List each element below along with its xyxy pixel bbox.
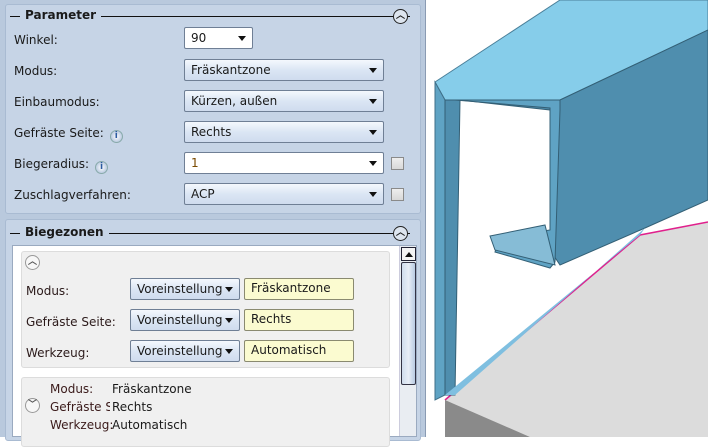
biegezone-card-expanded: ︿ Modus: Voreinstellung Fräskantzone Gef… [21, 251, 390, 368]
card-modus-select[interactable]: Voreinstellung [130, 278, 240, 300]
dropdown-arrow-icon [369, 68, 377, 73]
dropdown-arrow-icon [369, 130, 377, 135]
winkel-value: 90 [191, 31, 207, 45]
info-icon[interactable]: i [109, 130, 123, 143]
zuschlagverfahren-select[interactable]: ACP [184, 183, 384, 205]
parameter-header: Parameter ︿ [6, 8, 420, 24]
gefraeste-seite-select[interactable]: Rechts [184, 121, 384, 143]
summary-gefraeste-seite-value: Rechts [112, 400, 153, 414]
biegeradius-combo[interactable]: 1 [184, 152, 384, 174]
dropdown-arrow-icon [225, 287, 233, 292]
modus-value: Fräskantzone [191, 63, 271, 77]
biegezonen-header: Biegezonen ︿ [6, 225, 420, 241]
zuschlagverfahren-label: Zuschlagverfahren: [14, 188, 131, 202]
winkel-label: Winkel: [14, 33, 58, 47]
einbaumodus-select[interactable]: Kürzen, außen [184, 90, 384, 112]
dropdown-arrow-icon [225, 349, 233, 354]
dropdown-arrow-icon [369, 161, 377, 166]
biegezonen-list: ︿ Modus: Voreinstellung Fräskantzone Gef… [12, 245, 417, 447]
card-werkzeug-select[interactable]: Voreinstellung [130, 340, 240, 362]
dropdown-arrow-icon [225, 318, 233, 323]
parameter-title: Parameter [20, 8, 102, 22]
summary-werkzeug-label: Werkzeug: [50, 418, 114, 432]
beam-edge-face [434, 80, 446, 401]
card-gefraeste-seite-select[interactable]: Voreinstellung [130, 309, 240, 331]
collapse-card-icon[interactable]: ︿ [25, 255, 40, 270]
vertical-scrollbar[interactable] [399, 246, 416, 436]
card-modus-label: Modus: [26, 284, 70, 298]
summary-modus-value: Fräskantzone [112, 382, 192, 396]
card-gefraeste-seite-mode: Voreinstellung [137, 313, 223, 327]
card-modus-mode: Voreinstellung [137, 282, 223, 296]
biegezonen-title: Biegezonen [20, 225, 109, 239]
gefraeste-seite-value: Rechts [191, 125, 232, 139]
dropdown-arrow-icon [238, 36, 246, 41]
zuschlagverfahren-value: ACP [191, 187, 215, 201]
collapse-parameter-icon[interactable]: ︿ [393, 9, 408, 24]
card-werkzeug-field[interactable]: Automatisch [244, 340, 354, 362]
einbaumodus-value: Kürzen, außen [191, 94, 278, 108]
card-werkzeug-label: Werkzeug: [26, 346, 90, 360]
winkel-combo[interactable]: 90 [184, 27, 253, 49]
zuschlagverfahren-checkbox[interactable] [391, 188, 404, 201]
modus-label: Modus: [14, 64, 58, 78]
biegeradius-value: 1 [191, 156, 199, 170]
gefraeste-seite-text: Gefräste Seite: [14, 126, 104, 140]
info-icon[interactable]: i [95, 161, 109, 174]
scroll-up-button[interactable] [401, 247, 416, 261]
parameter-section: Parameter ︿ Winkel: 90 Modus: Fräskantzo… [5, 4, 421, 214]
modus-select[interactable]: Fräskantzone [184, 59, 384, 81]
expand-card-icon[interactable]: ﹀ [25, 398, 40, 413]
dropdown-arrow-icon [369, 192, 377, 197]
einbaumodus-label: Einbaumodus: [14, 95, 100, 109]
dropdown-arrow-icon [369, 99, 377, 104]
biegeradius-text: Biegeradius: [14, 157, 90, 171]
card-gefraeste-seite-field[interactable]: Rechts [244, 309, 354, 331]
card-modus-field[interactable]: Fräskantzone [244, 278, 354, 300]
gefraeste-seite-label: Gefräste Seite: i [14, 126, 123, 143]
3d-viewport[interactable] [427, 0, 708, 437]
summary-gefraeste-seite-label: Gefräste Se [50, 400, 110, 414]
card-werkzeug-mode: Voreinstellung [137, 344, 223, 358]
scroll-thumb[interactable] [401, 262, 416, 385]
summary-modus-label: Modus: [50, 382, 94, 396]
biegeradius-checkbox[interactable] [391, 157, 404, 170]
collapse-biegezonen-icon[interactable]: ︿ [393, 226, 408, 241]
properties-panel: Parameter ︿ Winkel: 90 Modus: Fräskantzo… [0, 0, 426, 447]
card-gefraeste-seite-label: Gefräste Seite: [26, 315, 116, 329]
biegeradius-label: Biegeradius: i [14, 157, 109, 174]
summary-werkzeug-value: Automatisch [112, 418, 188, 432]
